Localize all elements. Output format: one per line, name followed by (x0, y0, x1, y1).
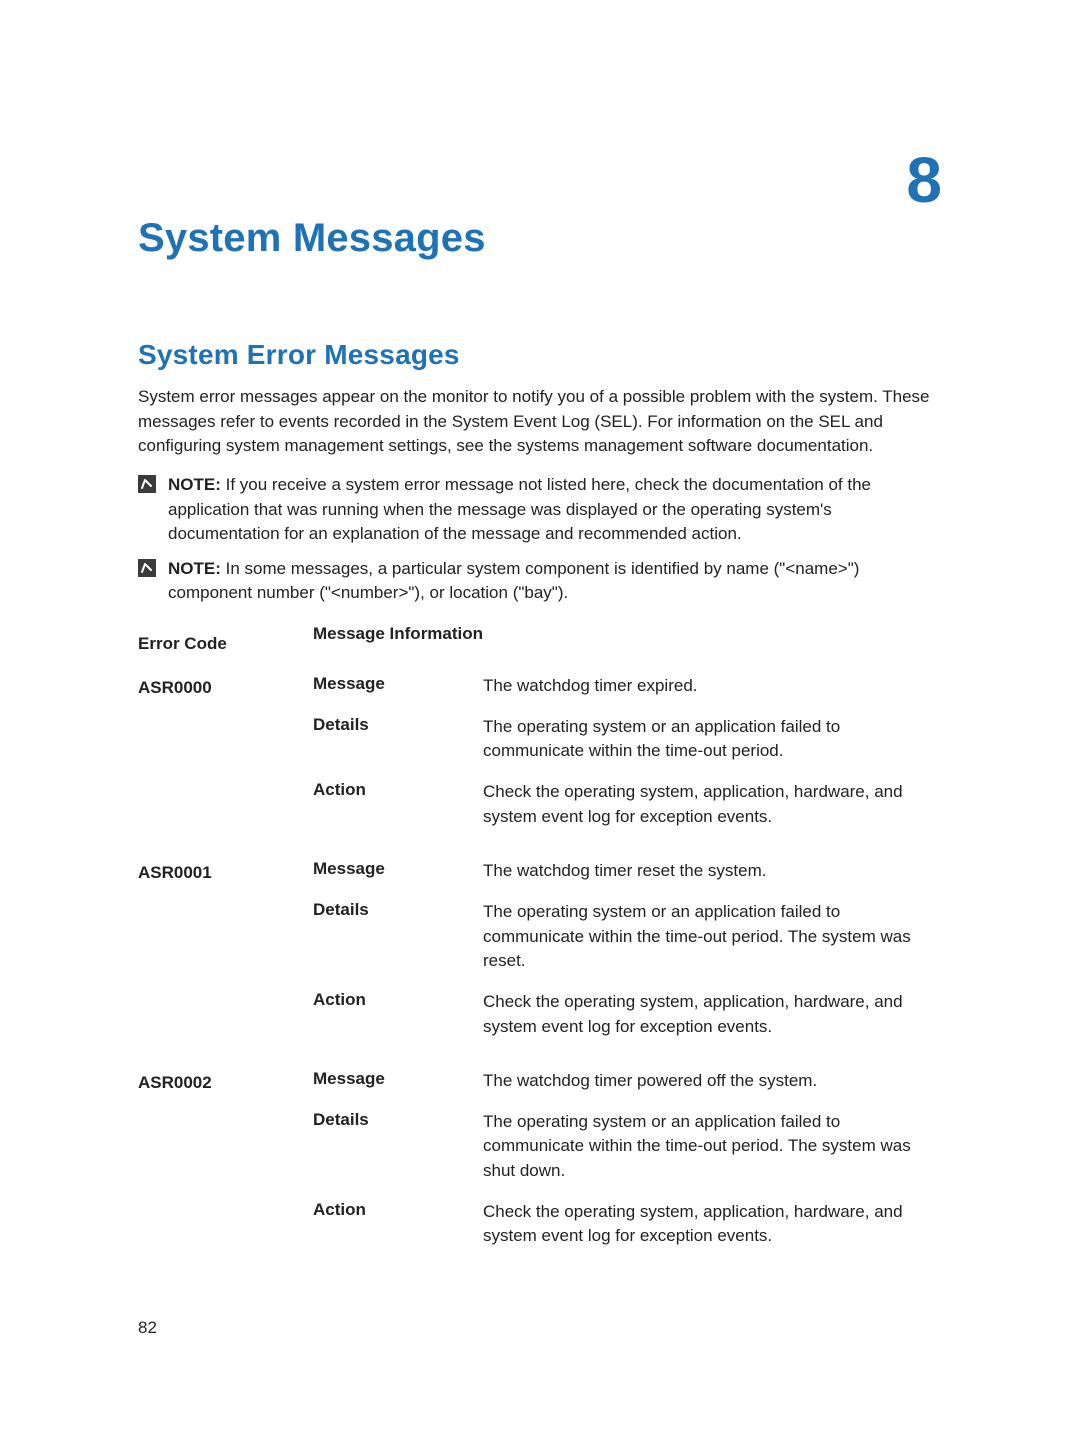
note-label: NOTE: (168, 475, 221, 494)
kv-key-action: Action (313, 990, 483, 1039)
note-body: In some messages, a particular system co… (168, 559, 859, 603)
kv-row: Action Check the operating system, appli… (313, 984, 942, 1049)
kv-key-message: Message (313, 859, 483, 884)
kv-val-message: The watchdog timer powered off the syste… (483, 1069, 942, 1094)
kv-val-message: The watchdog timer expired. (483, 674, 942, 699)
kv-key-details: Details (313, 900, 483, 974)
error-body: Message The watchdog timer expired. Deta… (313, 668, 942, 839)
note-icon (138, 475, 156, 493)
kv-val-action: Check the operating system, application,… (483, 780, 942, 829)
table-row: ASR0001 Message The watchdog timer reset… (138, 853, 942, 1049)
kv-row: Details The operating system or an appli… (313, 1104, 942, 1194)
kv-row: Details The operating system or an appli… (313, 894, 942, 984)
header-message-info: Message Information (313, 624, 483, 654)
kv-val-message: The watchdog timer reset the system. (483, 859, 942, 884)
note-body: If you receive a system error message no… (168, 475, 871, 543)
kv-key-details: Details (313, 1110, 483, 1184)
kv-key-action: Action (313, 1200, 483, 1249)
note-row: NOTE: If you receive a system error mess… (138, 473, 942, 547)
intro-paragraph: System error messages appear on the moni… (138, 385, 942, 459)
kv-val-details: The operating system or an application f… (483, 1110, 942, 1184)
kv-row: Details The operating system or an appli… (313, 709, 942, 774)
kv-val-action: Check the operating system, application,… (483, 990, 942, 1039)
table-row: ASR0002 Message The watchdog timer power… (138, 1063, 942, 1259)
note-label: NOTE: (168, 559, 221, 578)
section-heading: System Error Messages (138, 339, 942, 371)
kv-key-action: Action (313, 780, 483, 829)
kv-row: Message The watchdog timer reset the sys… (313, 853, 942, 894)
note-icon (138, 559, 156, 577)
note-text: NOTE: In some messages, a particular sys… (168, 557, 942, 606)
error-code: ASR0001 (138, 853, 313, 1049)
table-header: Error Code Message Information (138, 624, 942, 654)
error-code: ASR0000 (138, 668, 313, 839)
header-error-code: Error Code (138, 624, 313, 654)
table-row: ASR0000 Message The watchdog timer expir… (138, 668, 942, 839)
error-table: Error Code Message Information ASR0000 M… (138, 624, 942, 1259)
kv-val-details: The operating system or an application f… (483, 900, 942, 974)
kv-row: Message The watchdog timer expired. (313, 668, 942, 709)
kv-row: Message The watchdog timer powered off t… (313, 1063, 942, 1104)
error-body: Message The watchdog timer powered off t… (313, 1063, 942, 1259)
note-text: NOTE: If you receive a system error mess… (168, 473, 942, 547)
chapter-number: 8 (906, 148, 942, 212)
kv-row: Action Check the operating system, appli… (313, 1194, 942, 1259)
kv-key-details: Details (313, 715, 483, 764)
kv-key-message: Message (313, 674, 483, 699)
note-row: NOTE: In some messages, a particular sys… (138, 557, 942, 606)
error-code: ASR0002 (138, 1063, 313, 1259)
page-title: System Messages (138, 216, 942, 261)
error-body: Message The watchdog timer reset the sys… (313, 853, 942, 1049)
document-page: 8 System Messages System Error Messages … (0, 0, 1080, 1434)
kv-val-action: Check the operating system, application,… (483, 1200, 942, 1249)
page-number: 82 (138, 1318, 157, 1338)
kv-val-details: The operating system or an application f… (483, 715, 942, 764)
kv-row: Action Check the operating system, appli… (313, 774, 942, 839)
kv-key-message: Message (313, 1069, 483, 1094)
